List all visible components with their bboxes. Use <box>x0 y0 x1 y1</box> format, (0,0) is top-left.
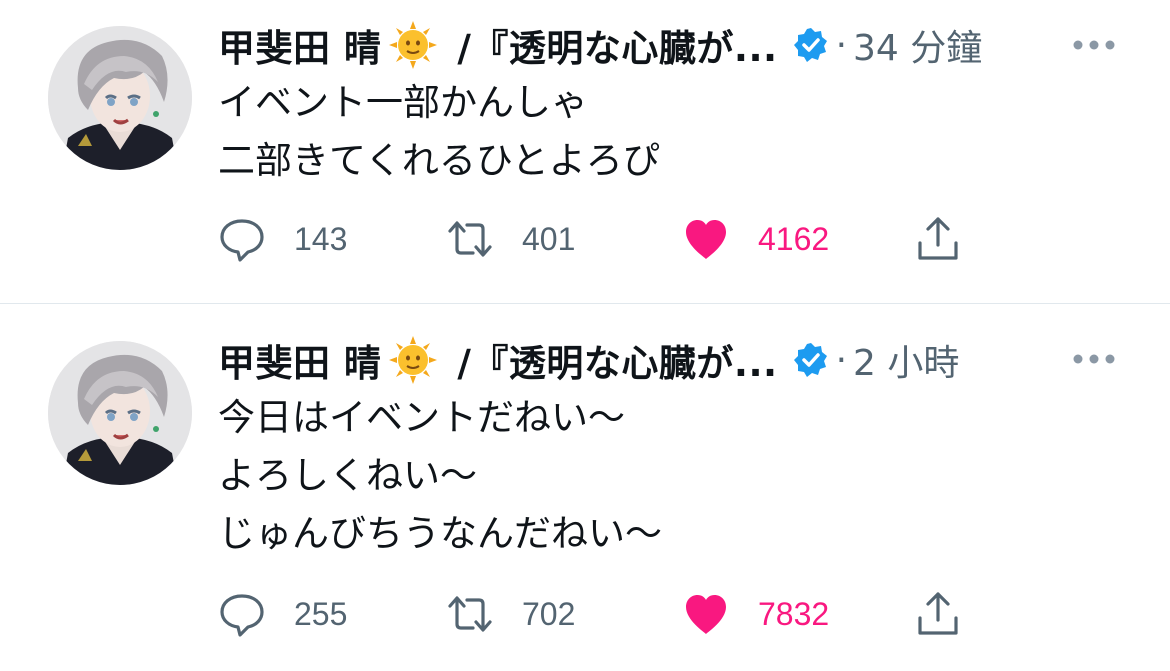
retweet-count: 401 <box>522 220 576 257</box>
tweet-text: イベント一部かんしゃ 二部きてくれるひとよろぴ <box>218 74 660 190</box>
reply-count: 255 <box>294 595 348 632</box>
tweet-actions: 255 702 7832 <box>218 589 978 639</box>
retweet-icon <box>448 221 492 257</box>
tweet-timestamp[interactable]: 34 分鐘 <box>853 19 982 71</box>
avatar[interactable] <box>48 26 192 170</box>
tweet-text: 今日はイベントだねい〜 よろしくねい〜 じゅんびちうなんだねい〜 <box>218 389 662 563</box>
heart-icon <box>686 595 726 634</box>
tweet-text-line: イベント一部かんしゃ <box>218 81 588 124</box>
speech-bubble-icon <box>220 594 264 637</box>
tweet-header: 甲斐田 晴 /『透明な心臓が... <box>218 335 959 385</box>
reply-count: 143 <box>294 220 348 257</box>
tweet-text-line: 今日はイベントだねい〜 <box>218 396 625 439</box>
author-name[interactable]: 甲斐田 晴 <box>218 18 381 72</box>
verified-badge-icon <box>792 341 830 379</box>
share-button[interactable] <box>914 589 962 639</box>
like-button[interactable]: 4162 <box>682 214 829 264</box>
reply-button[interactable]: 255 <box>218 589 347 639</box>
like-button[interactable]: 7832 <box>682 589 829 639</box>
avatar[interactable] <box>48 341 192 485</box>
like-count: 4162 <box>758 220 830 257</box>
more-dots-icon[interactable] <box>1072 39 1116 51</box>
author-handle[interactable]: /『透明な心臓が... <box>457 333 777 387</box>
author-name[interactable]: 甲斐田 晴 <box>218 333 381 387</box>
retweet-count: 702 <box>522 595 576 632</box>
more-dots-icon[interactable] <box>1072 353 1116 365</box>
reply-button[interactable]: 143 <box>218 214 347 264</box>
share-upload-icon <box>918 217 958 260</box>
tweet-divider <box>0 303 1170 304</box>
separator-dot: · <box>835 24 848 66</box>
share-upload-icon <box>918 592 958 635</box>
share-button[interactable] <box>914 214 962 264</box>
tweet-text-line: よろしくねい〜 <box>218 454 477 497</box>
retweet-button[interactable]: 702 <box>446 589 575 639</box>
verified-badge-icon <box>792 26 830 64</box>
tweet[interactable]: 甲斐田 晴 /『透明な心臓が... <box>0 0 1170 304</box>
sun-with-face-icon <box>389 336 438 384</box>
tweet-text-line: 二部きてくれるひとよろぴ <box>218 139 660 182</box>
author-handle[interactable]: /『透明な心臓が... <box>457 18 777 72</box>
tweet-actions: 143 401 4162 <box>218 214 978 264</box>
retweet-icon <box>448 596 492 632</box>
separator-dot: · <box>835 339 848 381</box>
heart-icon <box>686 220 726 259</box>
like-count: 7832 <box>758 595 830 632</box>
tweet-text-line: じゅんびちうなんだねい〜 <box>218 512 662 555</box>
speech-bubble-icon <box>220 219 264 262</box>
tweet-timestamp[interactable]: 2 小時 <box>853 334 959 386</box>
tweet[interactable]: 甲斐田 晴 /『透明な心臓が... <box>0 305 1170 671</box>
sun-with-face-icon <box>389 21 438 69</box>
tweet-header: 甲斐田 晴 /『透明な心臓が... <box>218 20 982 70</box>
retweet-button[interactable]: 401 <box>446 214 575 264</box>
